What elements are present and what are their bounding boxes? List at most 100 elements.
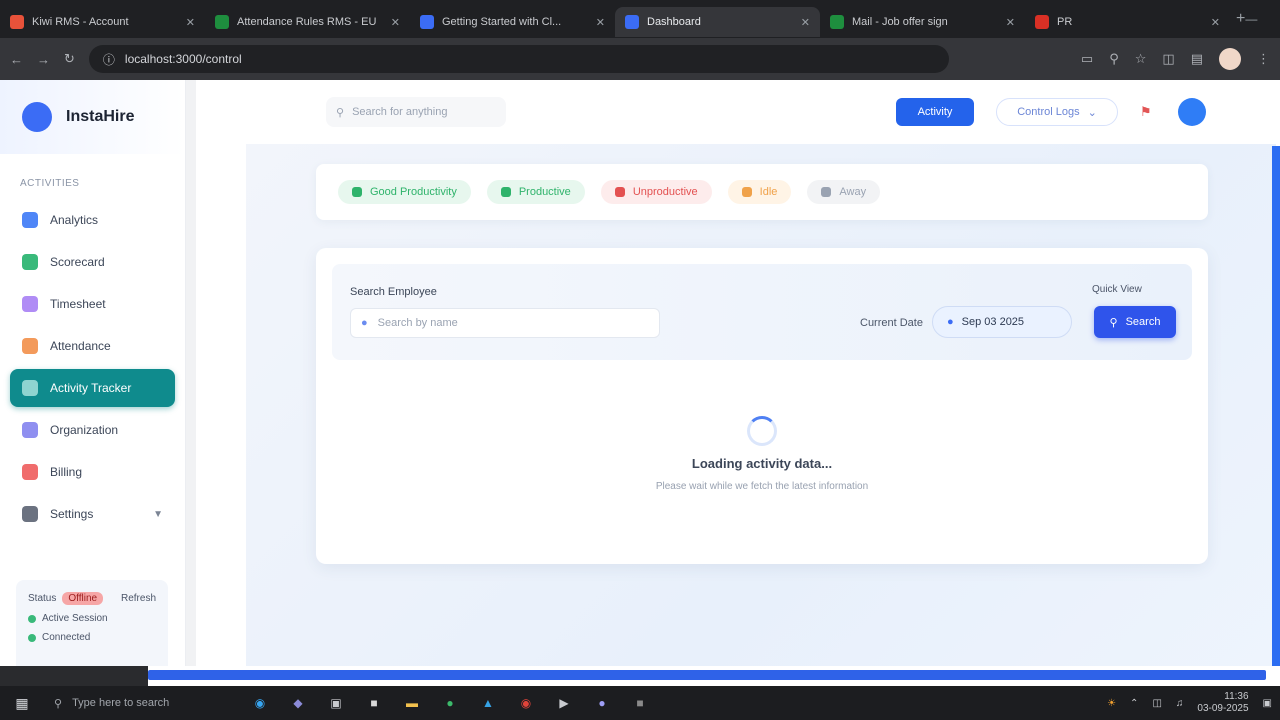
app-icon[interactable]: ● bbox=[588, 689, 616, 717]
back-icon[interactable]: ← bbox=[10, 52, 23, 67]
spotify-icon[interactable]: ● bbox=[436, 689, 464, 717]
sidebar: InstaHire Activities Analytics Scorecard T… bbox=[0, 80, 186, 686]
filter-chip[interactable]: Good Productivity bbox=[338, 180, 471, 204]
sidebar-item[interactable]: Billing bbox=[10, 453, 175, 491]
filter-chip-label: Away bbox=[839, 186, 867, 198]
app-icon[interactable]: ■ bbox=[626, 689, 654, 717]
current-date-label: Current Date bbox=[860, 317, 923, 329]
tab-title: Getting Started with Cl... bbox=[442, 16, 562, 28]
browser-tab[interactable]: Getting Started with Cl... ✕ bbox=[410, 7, 615, 37]
employee-search-input[interactable]: ● Search by name bbox=[350, 308, 660, 338]
minimize-icon[interactable]: — bbox=[1245, 12, 1257, 26]
filter-chip[interactable]: Unproductive bbox=[600, 180, 712, 204]
close-tab-icon[interactable]: ✕ bbox=[1211, 16, 1220, 29]
status-card: Status Offline Refresh Active Session Co… bbox=[16, 580, 168, 680]
brand-logo-icon bbox=[22, 102, 52, 132]
search-icon: ⚲ bbox=[54, 697, 63, 710]
cast-icon[interactable]: ▭ bbox=[1081, 51, 1093, 67]
clock-date: 03-09-2025 bbox=[1197, 703, 1249, 714]
sidebar-item[interactable]: Activity Tracker bbox=[10, 369, 175, 407]
terminal-icon[interactable]: ▶ bbox=[550, 689, 578, 717]
browser-menu-icon[interactable]: ⋮ bbox=[1257, 51, 1270, 67]
forward-icon[interactable]: → bbox=[37, 52, 50, 67]
new-tab-button[interactable]: + bbox=[1236, 10, 1245, 28]
status-dot-icon bbox=[28, 614, 36, 623]
chrome-icon[interactable]: ◉ bbox=[512, 689, 540, 717]
main-scrollbar[interactable] bbox=[1272, 146, 1280, 666]
bookmark-star-icon[interactable]: ☆ bbox=[1135, 51, 1147, 67]
content-area: Good Productivity Productive Unproductive I… bbox=[246, 144, 1276, 686]
network-icon[interactable]: ◫ bbox=[1152, 698, 1161, 709]
control-logs-button[interactable]: Control Logs ⌄ bbox=[996, 98, 1118, 126]
sidebar-item[interactable]: Timesheet bbox=[10, 285, 175, 323]
global-search-input[interactable]: ⚲ Search for anything bbox=[326, 97, 506, 127]
filter-chip[interactable]: Productive bbox=[486, 180, 585, 204]
close-tab-icon[interactable]: ✕ bbox=[391, 16, 400, 29]
sidebar-item-icon bbox=[22, 254, 38, 270]
app-icon[interactable]: ◆ bbox=[284, 689, 312, 717]
sidebar-item[interactable]: Organization bbox=[10, 411, 175, 449]
zoom-icon[interactable]: ⚲ bbox=[1109, 51, 1119, 67]
user-avatar[interactable] bbox=[1178, 98, 1206, 126]
user-icon: ● bbox=[361, 317, 368, 329]
taskbar-search[interactable]: ⚲ Type here to search bbox=[46, 690, 236, 716]
browser-tab[interactable]: Attendance Rules RMS - EU ✕ bbox=[205, 7, 410, 37]
chevron-up-icon[interactable]: ⌃ bbox=[1130, 698, 1138, 709]
clock[interactable]: 11:36 03-09-2025 bbox=[1197, 691, 1248, 715]
activity-button[interactable]: Activity bbox=[896, 98, 974, 126]
notifications-icon[interactable]: ▣ bbox=[1263, 698, 1272, 709]
date-picker[interactable]: ● Sep 03 2025 bbox=[932, 306, 1072, 338]
store-icon[interactable]: ■ bbox=[360, 689, 388, 717]
sidebar-item[interactable]: Analytics bbox=[10, 201, 175, 239]
url-text: localhost:3000/control bbox=[124, 52, 242, 66]
productivity-filter-bar: Good Productivity Productive Unproductive I… bbox=[316, 164, 1208, 220]
status-line: Active Session bbox=[42, 613, 108, 624]
vscode-icon[interactable]: ▲ bbox=[474, 689, 502, 717]
status-line: Connected bbox=[42, 632, 91, 643]
search-button[interactable]: ⚲ Search bbox=[1094, 306, 1176, 338]
status-dot-icon bbox=[28, 633, 36, 642]
browser-tab[interactable]: Kiwi RMS - Account ✕ bbox=[0, 7, 205, 37]
close-tab-icon[interactable]: ✕ bbox=[1006, 16, 1015, 29]
sidebar-toggle-icon[interactable]: ▤ bbox=[1191, 51, 1203, 67]
filter-chip-label: Good Productivity bbox=[370, 186, 457, 198]
close-tab-icon[interactable]: ✕ bbox=[801, 16, 810, 29]
filter-chip[interactable]: Idle bbox=[727, 180, 792, 204]
date-value: Sep 03 2025 bbox=[961, 316, 1025, 328]
notification-bell-icon[interactable]: ⚑ bbox=[1140, 104, 1156, 120]
sidebar-item[interactable]: Attendance bbox=[10, 327, 175, 365]
edge-browser-icon[interactable]: ◉ bbox=[246, 689, 274, 717]
start-button-icon[interactable]: ▦ bbox=[8, 689, 36, 717]
reload-icon[interactable]: ↻ bbox=[64, 51, 75, 67]
sidebar-item[interactable]: Scorecard bbox=[10, 243, 175, 281]
sidebar-item-label: Billing bbox=[50, 465, 83, 479]
filter-chip-label: Idle bbox=[759, 186, 778, 198]
search-button-label: Search bbox=[1125, 316, 1161, 328]
sidebar-scrollbar[interactable] bbox=[186, 80, 196, 686]
close-tab-icon[interactable]: ✕ bbox=[186, 16, 195, 29]
status-label: Status bbox=[28, 593, 57, 604]
volume-icon[interactable]: ♫ bbox=[1176, 698, 1184, 709]
chevron-down-icon: ▼ bbox=[153, 508, 163, 520]
browser-toolbar: ← → ↻ ⓘ localhost:3000/control ▭ ⚲ ☆ ◫ ▤… bbox=[0, 38, 1280, 80]
close-tab-icon[interactable]: ✕ bbox=[596, 16, 605, 29]
browser-tab[interactable]: Mail - Job offer sign ✕ bbox=[820, 7, 1025, 37]
file-explorer-icon[interactable]: ▬ bbox=[398, 689, 426, 717]
profile-avatar[interactable] bbox=[1219, 48, 1241, 70]
tab-favicon-icon bbox=[215, 15, 229, 29]
tab-favicon-icon bbox=[830, 15, 844, 29]
tab-favicon-icon bbox=[1035, 15, 1049, 29]
browser-tab[interactable]: PR ✕ bbox=[1025, 7, 1230, 37]
browser-tab[interactable]: Dashboard ✕ bbox=[615, 7, 820, 37]
taskbar-search-placeholder: Type here to search bbox=[72, 697, 170, 709]
weather-icon[interactable]: ☀ bbox=[1107, 698, 1116, 709]
address-bar[interactable]: ⓘ localhost:3000/control bbox=[88, 45, 949, 73]
filter-chip[interactable]: Away bbox=[807, 180, 881, 204]
brand-name: InstaHire bbox=[66, 108, 135, 125]
task-view-icon[interactable]: ▣ bbox=[322, 689, 350, 717]
site-info-icon[interactable]: ⓘ bbox=[103, 51, 115, 68]
extensions-icon[interactable]: ◫ bbox=[1162, 51, 1174, 67]
brand[interactable]: InstaHire bbox=[0, 80, 185, 154]
sidebar-item[interactable]: Settings ▼ bbox=[10, 495, 175, 533]
status-refresh[interactable]: Refresh bbox=[121, 593, 156, 604]
